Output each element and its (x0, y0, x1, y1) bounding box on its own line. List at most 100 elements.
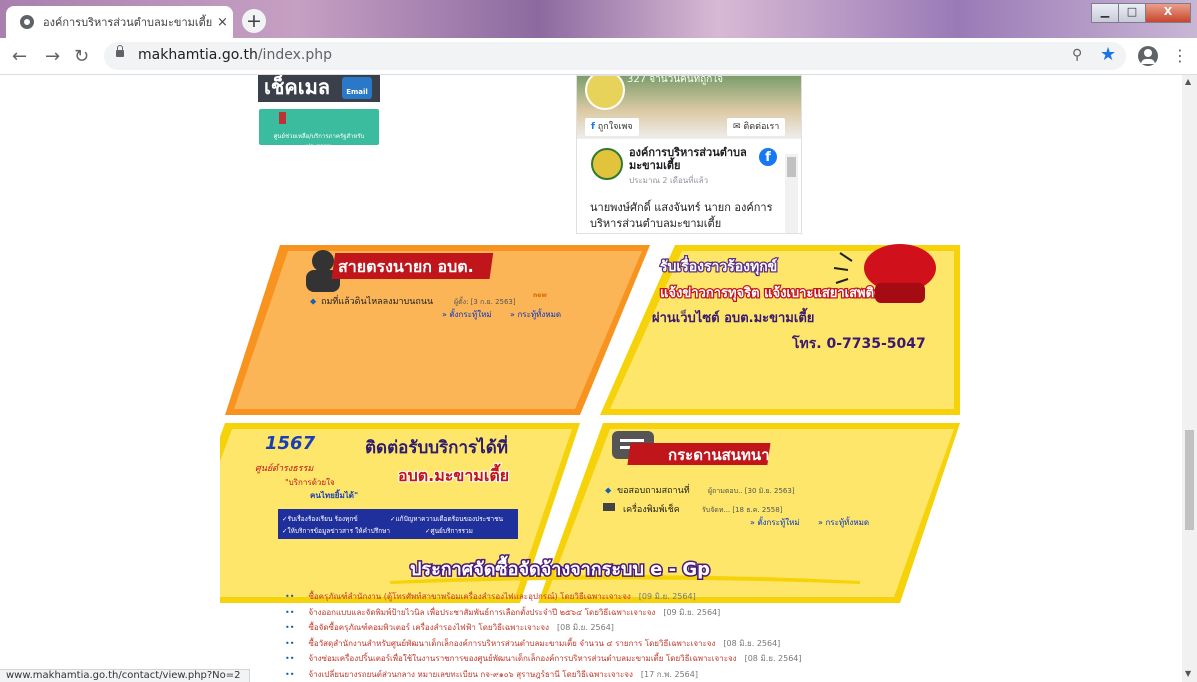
facebook-likes: 327 จำนวนคนที่ถูกใจ (627, 75, 723, 85)
egp-item-date: [09 มิ.ย. 2564] (663, 607, 721, 617)
egp-item-text[interactable]: ซื้อครุภัณฑ์สำนักงาน (ตู้โทรศัพท์สาขาพร้… (308, 592, 630, 601)
service-item-1: ✓รับเรื่องร้องเรียน ร้องทุกข์ (282, 514, 358, 523)
egp-item-text[interactable]: ซื้อจัดซื้อครุภัณฑ์คอมพิวเตอร์ เครื่องสำ… (308, 623, 549, 632)
tab-strip: องค์การบริหารส่วนตำบลมะขามเตี้ย อำเ × + … (0, 0, 1197, 38)
bullet-icon: •• (285, 607, 295, 617)
egp-list-item[interactable]: •• จ้างซ่อมเครื่องปริ้นเตอร์เพื่อใช้ในงาน… (285, 651, 1165, 667)
egp-item-text[interactable]: จ้างออกแบบและจัดพิมพ์ป้ายไวนิล เพื่อประช… (308, 608, 655, 617)
service-item-2: ✓แก้ปัญหาความเดือดร้อนของประชาชน (390, 515, 504, 523)
egp-item-date: [08 มิ.ย. 2564] (723, 638, 781, 648)
scrollbar-thumb[interactable] (1185, 430, 1194, 530)
service-item-4: ✓ศูนย์บริการรวม (425, 527, 473, 535)
envelope-icon: ✉ (733, 122, 741, 132)
bullet-icon: •• (285, 654, 295, 663)
facebook-small-icon: f (591, 122, 595, 132)
zoom-icon[interactable]: ⚲ (1072, 47, 1082, 63)
url-text: makhamtia.go.th/index.php (138, 47, 332, 63)
forum-new-topic-link[interactable]: » ตั้งกระทู้ใหม่ (750, 516, 800, 528)
egp-item-text[interactable]: ซื้อวัสดุสำนักงานสำหรับศูนย์พัฒนาเด็กเล็… (308, 639, 715, 648)
egp-list-item[interactable]: •• ซื้อจัดซื้อครุภัณฑ์คอมพิวเตอร์ เครื่อง… (285, 620, 1165, 636)
menu-kebab-icon[interactable]: ⋮ (1172, 46, 1188, 65)
scroll-down-arrow-icon[interactable]: ▼ (1185, 669, 1191, 678)
post-avatar[interactable] (591, 148, 623, 180)
slogan-line2: คนไทยยิ้มได้" (310, 489, 358, 500)
window-close-button[interactable]: X (1145, 3, 1191, 23)
service-item-3: ✓ให้บริการข้อมูลข่าวสาร ให้คำปรึกษา (282, 527, 390, 535)
bullet-icon: •• (285, 592, 295, 601)
contact-title1: ติดต่อรับบริการได้ที่ (365, 435, 508, 458)
egp-list-item[interactable]: •• จ้างออกแบบและจัดพิมพ์ป้ายไวนิล เพื่อปร… (285, 605, 1165, 621)
egp-item-date: [17 ก.พ. 2564] (640, 669, 698, 679)
mayor-avatar-icon (312, 250, 334, 272)
org-logo (585, 76, 625, 110)
page-scrollbar[interactable]: ▲ ▼ (1182, 75, 1197, 682)
egp-list-item[interactable]: •• ซื้อวัสดุสำนักงานสำหรับศูนย์พัฒนาเด็กเ… (285, 636, 1165, 652)
slogan-line1: "บริการด้วยใจ (285, 478, 335, 487)
bullet-icon: •• (285, 638, 295, 648)
complaint-line1: รับเรื่องราวร้องทุกข์ (660, 256, 777, 275)
mayor-new-topic-link[interactable]: » ตั้งกระทู้ใหม่ (442, 308, 492, 320)
maximize-button[interactable]: □ (1118, 3, 1146, 23)
lock-icon[interactable] (116, 45, 124, 57)
contact-title2: อบต.มะขามเตี้ย (398, 463, 509, 485)
scroll-up-arrow-icon[interactable]: ▲ (1185, 77, 1191, 86)
account-icon[interactable] (1138, 46, 1158, 66)
address-bar[interactable]: makhamtia.go.th/index.php ⚲ ★ (104, 42, 1126, 70)
contact-us-button[interactable]: ✉ ติดต่อเรา (727, 118, 786, 136)
post-text: นายพงษ์ศักดิ์ แสงจันทร์ นายก องค์การบริห… (590, 201, 773, 230)
new-badge: new (533, 292, 547, 299)
like-page-button[interactable]: f ถูกใจเพจ (585, 118, 639, 136)
hotline-sub: ศูนย์ดำรงธรรม (255, 463, 314, 474)
status-bar-url: www.makhamtia.go.th/contact/view.php?No=… (0, 669, 250, 682)
post-time[interactable]: ประมาณ 2 เดือนที่แล้ว (629, 174, 708, 187)
flag-icon (279, 112, 286, 124)
post-page-name[interactable]: องค์การบริหารส่วนตำบลมะขามเตี้ย (629, 146, 754, 172)
service-center-banner[interactable]: ศูนย์ช่วยเหลือ/บริการภาครัฐสำหรับประชาชน (259, 109, 379, 150)
browser-toolbar: ← → ↻ makhamtia.go.th/index.php ⚲ ★ (0, 38, 1197, 75)
egp-banner: ประกาศจัดซื้อจัดจ้างจากระบบ e - Gp (390, 554, 860, 584)
forum-pin-icon: ⬥ (605, 486, 612, 496)
facebook-icon[interactable]: f (759, 148, 777, 166)
tab-close-icon[interactable]: × (217, 15, 228, 30)
check-mail-label: เช็คเมล (264, 75, 331, 99)
egp-list-item[interactable]: •• จ้างเปลี่ยนยางรถยนต์ส่วนกลาง หมายเลขทะ… (285, 667, 1165, 682)
tab-title: องค์การบริหารส่วนตำบลมะขามเตี้ย อำเ (43, 16, 215, 29)
mayor-title: สายตรงนายก อบต. (338, 257, 474, 276)
egp-title: ประกาศจัดซื้อจัดจ้างจากระบบ e - Gp (410, 555, 710, 580)
forum-title: กระดานสนทนา (668, 446, 770, 464)
complaint-line2: แจ้งข่าวการทุจริต แจ้งเบาะแสยาเสพติด (660, 285, 883, 301)
bullet-icon: •• (285, 623, 295, 632)
star-icon[interactable]: ★ (1100, 44, 1116, 65)
facebook-cover: 327 จำนวนคนที่ถูกใจ f ถูกใจเพจ ✉ ติดต่อเ… (577, 76, 801, 139)
forum-item-2-meta: รับจัดท... [18 ธ.ค. 2558] (702, 506, 783, 514)
browser-tab[interactable]: องค์การบริหารส่วนตำบลมะขามเตี้ย อำเ × (6, 6, 233, 38)
page-viewport: เช็คเมล Email ศูนย์ช่วยเหลือ/บริการภาครั… (0, 75, 1182, 682)
facebook-scrollbar[interactable] (785, 154, 798, 233)
mayor-pin-icon: ⬥ (310, 297, 317, 307)
egp-item-date: [09 มิ.ย. 2564] (638, 592, 696, 601)
new-tab-button[interactable]: + (242, 9, 266, 33)
forward-arrow-icon[interactable]: → (45, 46, 60, 67)
service-center-label: ศูนย์ช่วยเหลือ/บริการภาครัฐสำหรับประชาชน (273, 133, 365, 150)
egp-item-date: [08 มิ.ย. 2564] (744, 654, 802, 663)
forum-item-1-meta: ผู้ถามตอบ.. [30 มิ.ย. 2563] (708, 487, 795, 495)
forum-all-topics-link[interactable]: » กระทู้ทั้งหมด (818, 516, 869, 528)
complaint-phone: โทร. 0-7735-5047 (791, 334, 926, 352)
email-icon: Email (342, 77, 372, 99)
minimize-button[interactable]: ▁ (1091, 3, 1119, 23)
window-controls: ▁ □ X (1091, 3, 1191, 23)
reload-icon[interactable]: ↻ (74, 46, 89, 67)
check-mail-banner[interactable]: เช็คเมล Email (258, 75, 380, 102)
hotline-number: 1567 (265, 433, 316, 454)
bullet-icon: •• (285, 669, 295, 679)
egp-item-text[interactable]: จ้างซ่อมเครื่องปริ้นเตอร์เพื่อใช้ในงานรา… (308, 654, 736, 663)
egp-item-date: [08 มิ.ย. 2564] (557, 623, 614, 632)
mayor-all-topics-link[interactable]: » กระทู้ทั้งหมด (510, 308, 561, 320)
globe-icon (20, 15, 34, 29)
back-arrow-icon[interactable]: ← (12, 46, 27, 67)
facebook-page-widget: 327 จำนวนคนที่ถูกใจ f ถูกใจเพจ ✉ ติดต่อเ… (576, 75, 802, 234)
book-icon (603, 503, 615, 511)
egp-item-text[interactable]: จ้างเปลี่ยนยางรถยนต์ส่วนกลาง หมายเลขทะเบ… (308, 670, 632, 679)
egp-list: •• ซื้อครุภัณฑ์สำนักงาน (ตู้โทรศัพท์สาขาพ… (285, 589, 1165, 682)
egp-list-item[interactable]: •• ซื้อครุภัณฑ์สำนักงาน (ตู้โทรศัพท์สาขาพ… (285, 589, 1165, 605)
